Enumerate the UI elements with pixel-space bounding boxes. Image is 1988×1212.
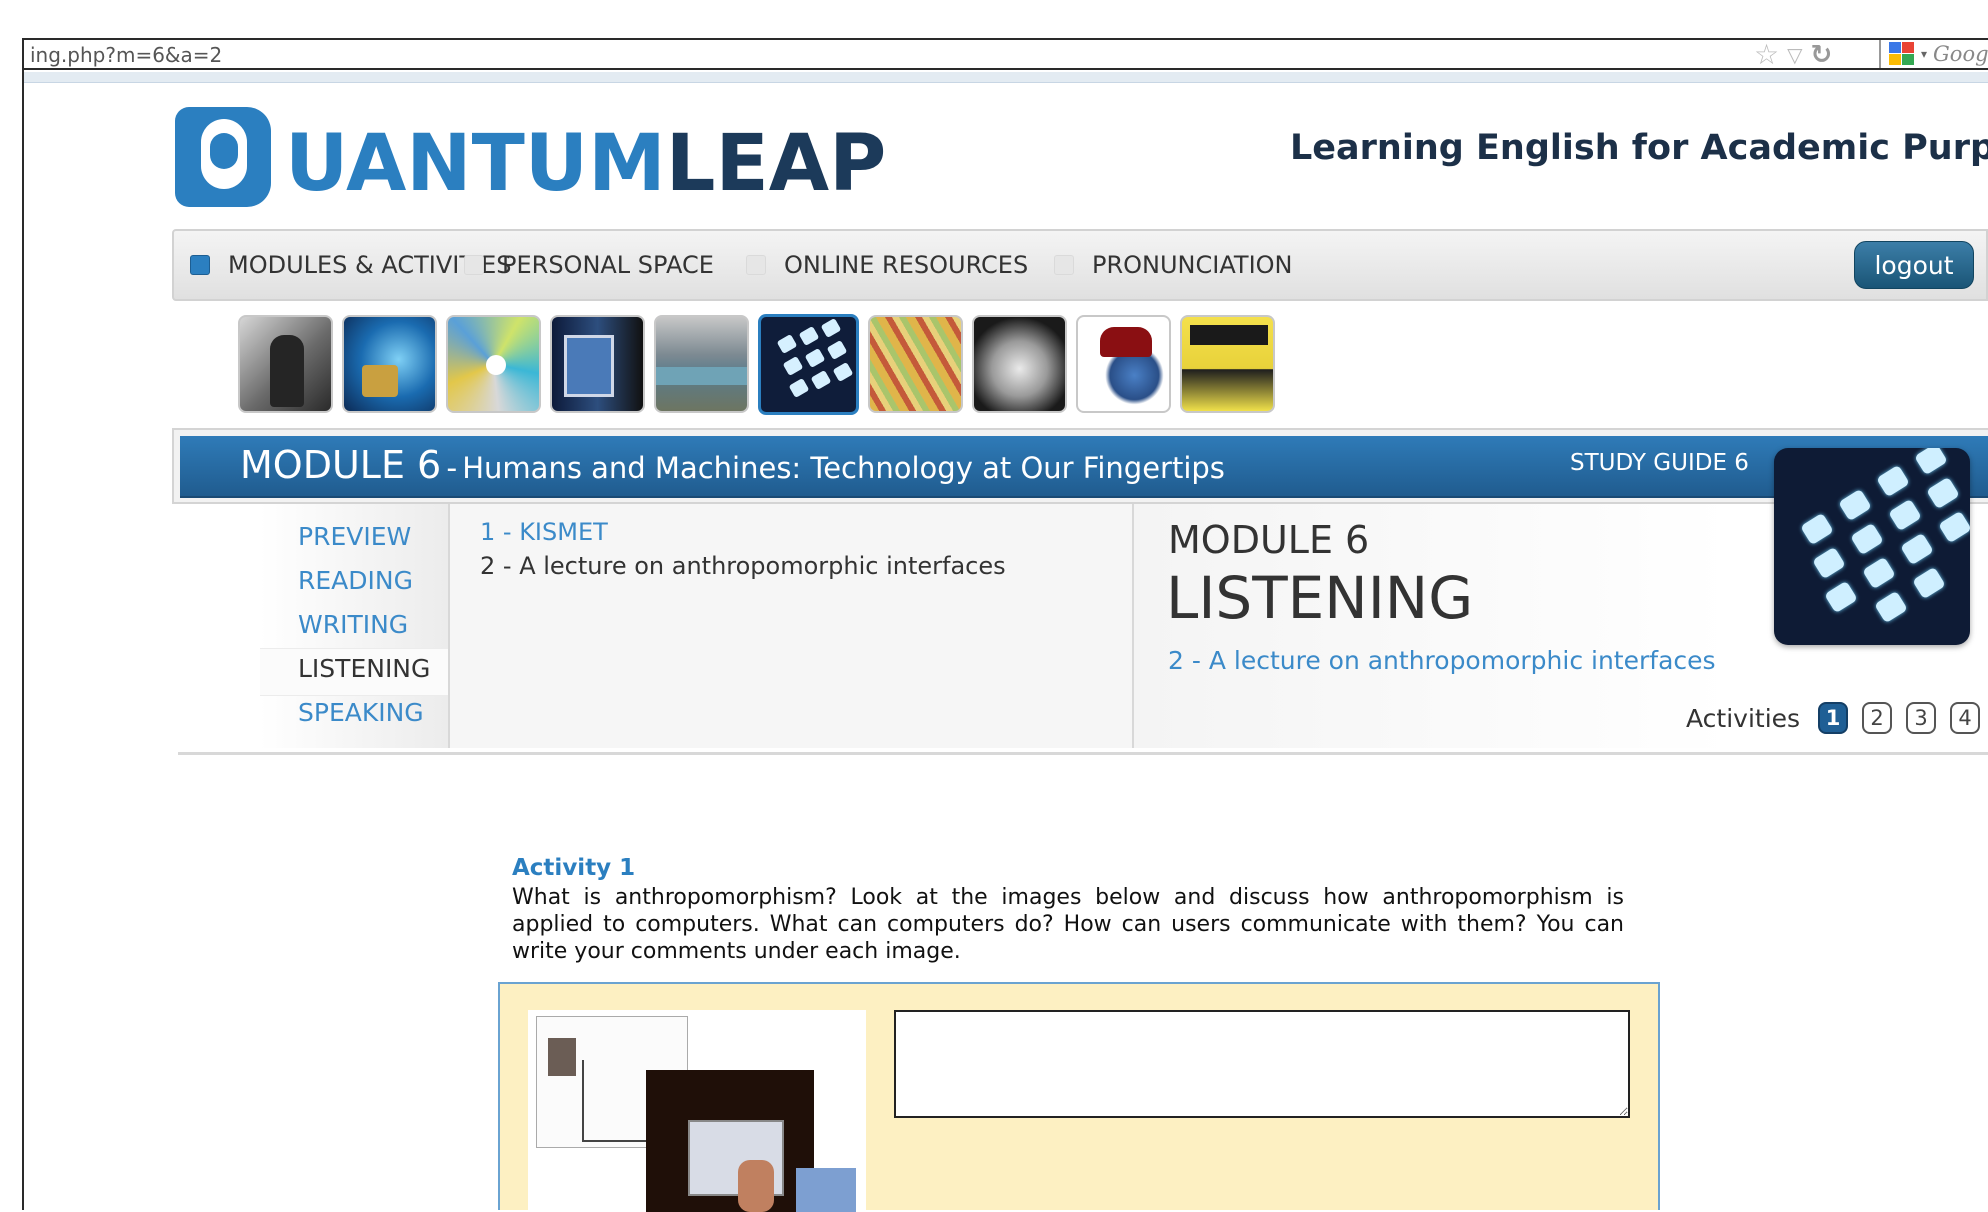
address-bar[interactable]: ing.php?m=6&a=2 ☆ ▽ ↻ ▾ Google [22, 38, 1988, 70]
detail-section-title: LISTENING [1166, 564, 1474, 632]
nav-bullet-icon [464, 255, 484, 275]
module-10-thumbnail[interactable] [1180, 315, 1275, 413]
activity-instructions: What is anthropomorphism? Look at the im… [512, 885, 1624, 964]
detail-module-title: MODULE 6 [1168, 518, 1370, 562]
skill-item-preview[interactable]: PREVIEW [298, 522, 411, 551]
nav-pronunciation[interactable]: PRONUNCIATION [1054, 231, 1292, 299]
module-5-thumbnail[interactable] [654, 315, 749, 413]
detail-activity-link[interactable]: 2 - A lecture on anthropomorphic interfa… [1168, 646, 1716, 675]
anthropomorphic-interface-image [528, 1010, 866, 1212]
skills-menu: PREVIEW READING WRITING LISTENING SPEAKI… [260, 504, 450, 748]
skill-item-reading[interactable]: READING [298, 566, 413, 595]
activity-list: 1 - KISMET 2 - A lecture on anthropomorp… [450, 504, 1134, 748]
nav-bullet-icon [1054, 255, 1074, 275]
module-content-panel: PREVIEW READING WRITING LISTENING SPEAKI… [178, 504, 1988, 755]
nav-label: PRONUNCIATION [1092, 251, 1293, 279]
activity-page-2[interactable]: 2 [1862, 702, 1892, 734]
logout-button[interactable]: logout [1854, 241, 1974, 289]
activity-list-item[interactable]: 2 - A lecture on anthropomorphic interfa… [480, 552, 1006, 580]
module-banner: MODULE 6 - Humans and Machines: Technolo… [172, 428, 1988, 504]
module-banner-bar: MODULE 6 - Humans and Machines: Technolo… [180, 436, 1988, 498]
study-guide-link[interactable]: STUDY GUIDE 6 [1570, 450, 1749, 476]
dropdown-arrow-icon[interactable]: ▽ [1787, 43, 1802, 67]
address-bar-icons: ☆ ▽ ↻ [1754, 40, 1833, 70]
module-thumbnails [238, 314, 1275, 417]
nav-label: PERSONAL SPACE [502, 251, 714, 279]
module-7-thumbnail[interactable] [868, 315, 963, 413]
module-4-thumbnail[interactable] [550, 315, 645, 413]
module-6-thumbnail[interactable] [758, 314, 859, 415]
site-tagline: Learning English for Academic Purposes [1290, 128, 1988, 168]
nav-bullet-icon [190, 255, 210, 275]
activities-pager: Activities 1 2 3 4 [1134, 700, 1988, 740]
toolbar-divider [22, 72, 1988, 83]
window-border [22, 70, 24, 1210]
quantumleap-logo[interactable]: UANTUMLEAP [175, 105, 886, 211]
activity-page-4[interactable]: 4 [1950, 702, 1980, 734]
search-engine-dropdown-icon[interactable]: ▾ [1921, 47, 1927, 61]
module-title: MODULE 6 - Humans and Machines: Technolo… [240, 443, 1225, 487]
module-8-thumbnail[interactable] [972, 315, 1067, 413]
module-1-thumbnail[interactable] [238, 315, 333, 413]
logo-text: UANTUMLEAP [285, 119, 887, 209]
skill-item-writing[interactable]: WRITING [298, 610, 408, 639]
main-nav: MODULES & ACTIVITIES PERSONAL SPACE ONLI… [172, 229, 1988, 301]
reload-icon[interactable]: ↻ [1811, 40, 1833, 70]
activity-list-item[interactable]: 1 - KISMET [480, 518, 608, 546]
nav-label: ONLINE RESOURCES [784, 251, 1029, 279]
search-box[interactable]: ▾ Google [1879, 40, 1988, 68]
skill-item-listening[interactable]: LISTENING [298, 654, 430, 683]
nav-personal-space[interactable]: PERSONAL SPACE [464, 231, 714, 299]
nav-online-resources[interactable]: ONLINE RESOURCES [746, 231, 1028, 299]
search-placeholder: Google [1933, 42, 1988, 66]
activity-page-1[interactable]: 1 [1818, 702, 1848, 734]
activity-heading: Activity 1 [512, 855, 636, 881]
url-text[interactable]: ing.php?m=6&a=2 [30, 43, 222, 67]
nav-bullet-icon [746, 255, 766, 275]
activities-label: Activities [1686, 704, 1801, 733]
star-icon[interactable]: ☆ [1754, 41, 1779, 69]
skill-item-speaking[interactable]: SPEAKING [298, 698, 424, 727]
activity-page-3[interactable]: 3 [1906, 702, 1936, 734]
comment-textarea[interactable] [894, 1010, 1630, 1118]
google-icon [1889, 42, 1915, 66]
logo-q-mark [175, 107, 271, 207]
module-2-thumbnail[interactable] [342, 315, 437, 413]
module-6-image [1774, 448, 1970, 645]
exercise-box [498, 982, 1660, 1212]
module-3-thumbnail[interactable] [446, 315, 541, 413]
module-9-thumbnail[interactable] [1076, 315, 1171, 413]
